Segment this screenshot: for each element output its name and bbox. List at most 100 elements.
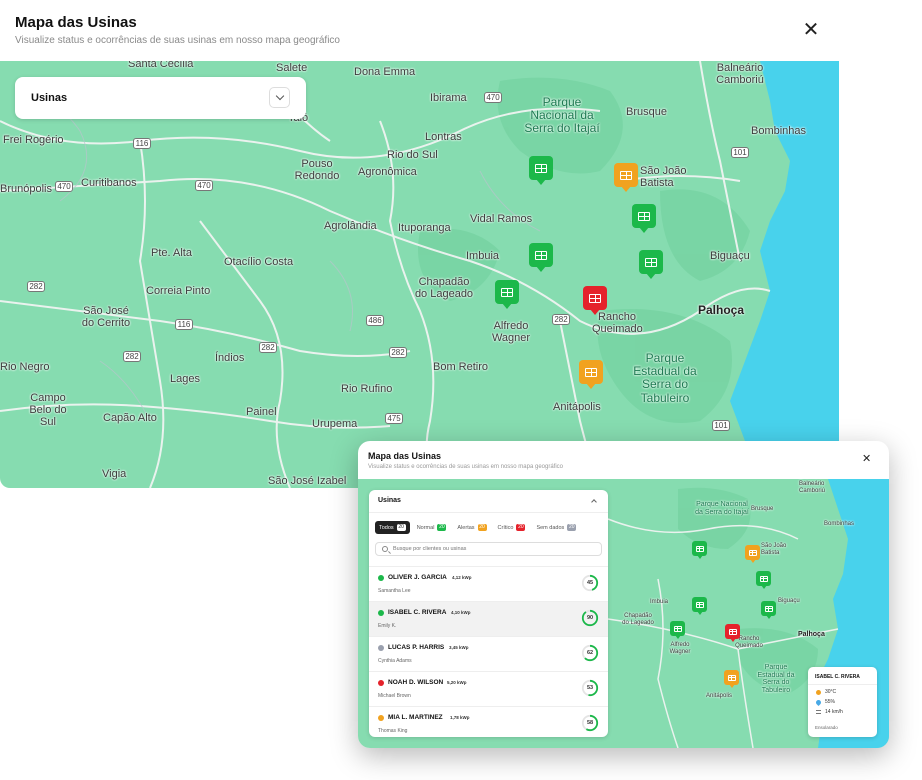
- solar-panel-icon: [645, 257, 657, 267]
- filter-alerts[interactable]: Alertas 20: [453, 521, 490, 534]
- plant-marker-alert[interactable]: [614, 163, 638, 187]
- map-place-label: Bombinhas: [824, 521, 855, 527]
- map-place-label: Bombinhas: [751, 125, 807, 137]
- map-place-label: Lages: [170, 373, 200, 385]
- filter-critical[interactable]: Crítico 20: [494, 521, 530, 534]
- plant-power: 5,20 kWp: [447, 680, 467, 685]
- info-temperature: 30°C: [816, 689, 836, 695]
- status-dot: [378, 715, 384, 721]
- map-place-label: Brusque: [626, 106, 667, 118]
- map-window-preview: Mapa das Usinas Visualize status e ocorr…: [358, 441, 889, 748]
- solar-panel-icon: [535, 163, 547, 173]
- list-item[interactable]: OLIVER J. GARCIA 4,12 kWp Samantha Lee 4…: [369, 566, 608, 601]
- route-shield: 282: [123, 351, 141, 362]
- plant-power: 4,10 kWp: [451, 610, 471, 615]
- map-place-label: Campo Belo do Sul: [29, 392, 67, 429]
- map-place-label: São João Batista: [761, 543, 787, 556]
- map-place-label: Correia Pinto: [146, 285, 211, 297]
- solar-panel-icon: [585, 367, 597, 377]
- filter-label: Sem dados: [536, 524, 565, 531]
- plant-marker-normal[interactable]: [495, 280, 519, 304]
- list-title: Usinas: [378, 497, 401, 504]
- plant-power: 3,45 kWp: [449, 645, 469, 650]
- thermometer-icon: [816, 689, 821, 695]
- list-item[interactable]: NOAH D. WILSON 5,20 kWp Michael Brown 53: [369, 671, 608, 706]
- plant-marker-normal[interactable]: [639, 250, 663, 274]
- solar-panel-icon: [620, 170, 632, 180]
- plant-marker-normal[interactable]: [529, 156, 553, 180]
- route-shield: 470: [195, 180, 213, 191]
- map-park-label: Parque Estadual da Serra do Tabuleiro: [757, 664, 795, 695]
- map-park-label: Parque Nacional da Serra do Itajaí: [524, 95, 600, 136]
- plant-marker-normal[interactable]: [670, 621, 685, 636]
- map-place-label: Brusque: [751, 506, 774, 512]
- filter-all[interactable]: Todos 20: [375, 521, 410, 534]
- filter-label: Crítico: [497, 524, 514, 531]
- plant-power: 4,12 kWp: [452, 575, 472, 580]
- list-item[interactable]: LUCAS P. HARRIS 3,45 kWp Cynthia Adams 6…: [369, 636, 608, 671]
- plant-marker-critical[interactable]: [725, 624, 740, 639]
- plant-marker-normal[interactable]: [692, 597, 707, 612]
- filter-no-data[interactable]: Sem dados 20: [532, 521, 580, 534]
- info-humidity: 55%: [814, 698, 836, 706]
- plant-marker-critical[interactable]: [583, 286, 607, 310]
- map-view[interactable]: Santa Cecília Salete Dona Emma Balneário…: [0, 61, 839, 488]
- map-place-label: Balneário Camboriú: [716, 62, 764, 87]
- plant-marker-normal[interactable]: [692, 541, 707, 556]
- weather-condition: Ensolarado: [815, 725, 838, 730]
- map-place-label: Urupema: [312, 418, 358, 430]
- plants-dropdown[interactable]: Usinas: [15, 77, 306, 119]
- plant-marker-normal[interactable]: [529, 243, 553, 267]
- map-park-label: Parque Nacional da Serra do Itajaí: [695, 501, 749, 516]
- plant-marker-alert[interactable]: [745, 545, 760, 560]
- search-icon: [382, 546, 388, 552]
- status-dot: [378, 680, 384, 686]
- close-icon[interactable]: ✕: [800, 20, 822, 42]
- plant-power: 1,78 kWp: [450, 715, 470, 720]
- solar-panel-icon: [728, 628, 737, 635]
- map-place-label: Chapadão do Lageado: [414, 276, 474, 301]
- filter-count: 20: [477, 524, 487, 531]
- solar-panel-icon: [535, 250, 547, 260]
- route-shield: 470: [484, 92, 502, 103]
- map-place-label: Otacílio Costa: [224, 256, 294, 268]
- close-icon[interactable]: ✕: [862, 454, 871, 465]
- divider: [808, 684, 877, 685]
- search-input[interactable]: [393, 544, 593, 554]
- filter-normal[interactable]: Normal 20: [413, 521, 451, 534]
- solar-panel-icon: [589, 293, 601, 303]
- plant-name: LUCAS P. HARRIS: [388, 644, 445, 651]
- map-park-label: Parque Estadual da Serra do Tabuleiro: [633, 351, 697, 405]
- dropdown-label: Usinas: [31, 92, 68, 104]
- plant-marker-normal[interactable]: [761, 601, 776, 616]
- route-shield: 101: [731, 147, 749, 158]
- search-box[interactable]: [375, 542, 602, 556]
- route-shield: 116: [133, 138, 151, 149]
- filter-count: 20: [437, 524, 447, 531]
- client-name: Thomas King: [378, 728, 408, 734]
- plant-marker-alert[interactable]: [724, 670, 739, 685]
- chevron-up-icon[interactable]: [591, 499, 597, 505]
- client-name: Cynthia Adams: [378, 658, 412, 664]
- route-shield: 282: [552, 314, 570, 325]
- plant-marker-alert[interactable]: [579, 360, 603, 384]
- map-place-label: Vigia: [102, 468, 127, 480]
- score-value: 45: [586, 580, 594, 586]
- plant-marker-normal[interactable]: [756, 571, 771, 586]
- map-place-label: Palhoça: [698, 303, 745, 317]
- map-place-label: Curitibanos: [81, 177, 137, 189]
- list-item[interactable]: ISABEL C. RIVERA 4,10 kWp Emily K. 90: [369, 601, 608, 636]
- chevron-down-icon[interactable]: [269, 87, 290, 108]
- score-value: 62: [586, 650, 594, 656]
- wind-value: 14 km/h: [825, 709, 843, 715]
- map-place-label: Pouso Redondo: [294, 158, 340, 183]
- humidity-value: 55%: [825, 699, 836, 705]
- solar-panel-icon: [759, 575, 768, 582]
- page-title: Mapa das Usinas: [15, 14, 137, 31]
- map-place-label: Pte. Alta: [151, 247, 192, 259]
- plant-marker-normal[interactable]: [632, 204, 656, 228]
- filter-label: Alertas: [457, 524, 475, 531]
- list-item[interactable]: MIA L. MARTINEZ 1,78 kWp Thomas King 58: [369, 706, 608, 737]
- map-place-label: Índios: [215, 352, 245, 364]
- info-wind: 14 km/h: [816, 709, 843, 715]
